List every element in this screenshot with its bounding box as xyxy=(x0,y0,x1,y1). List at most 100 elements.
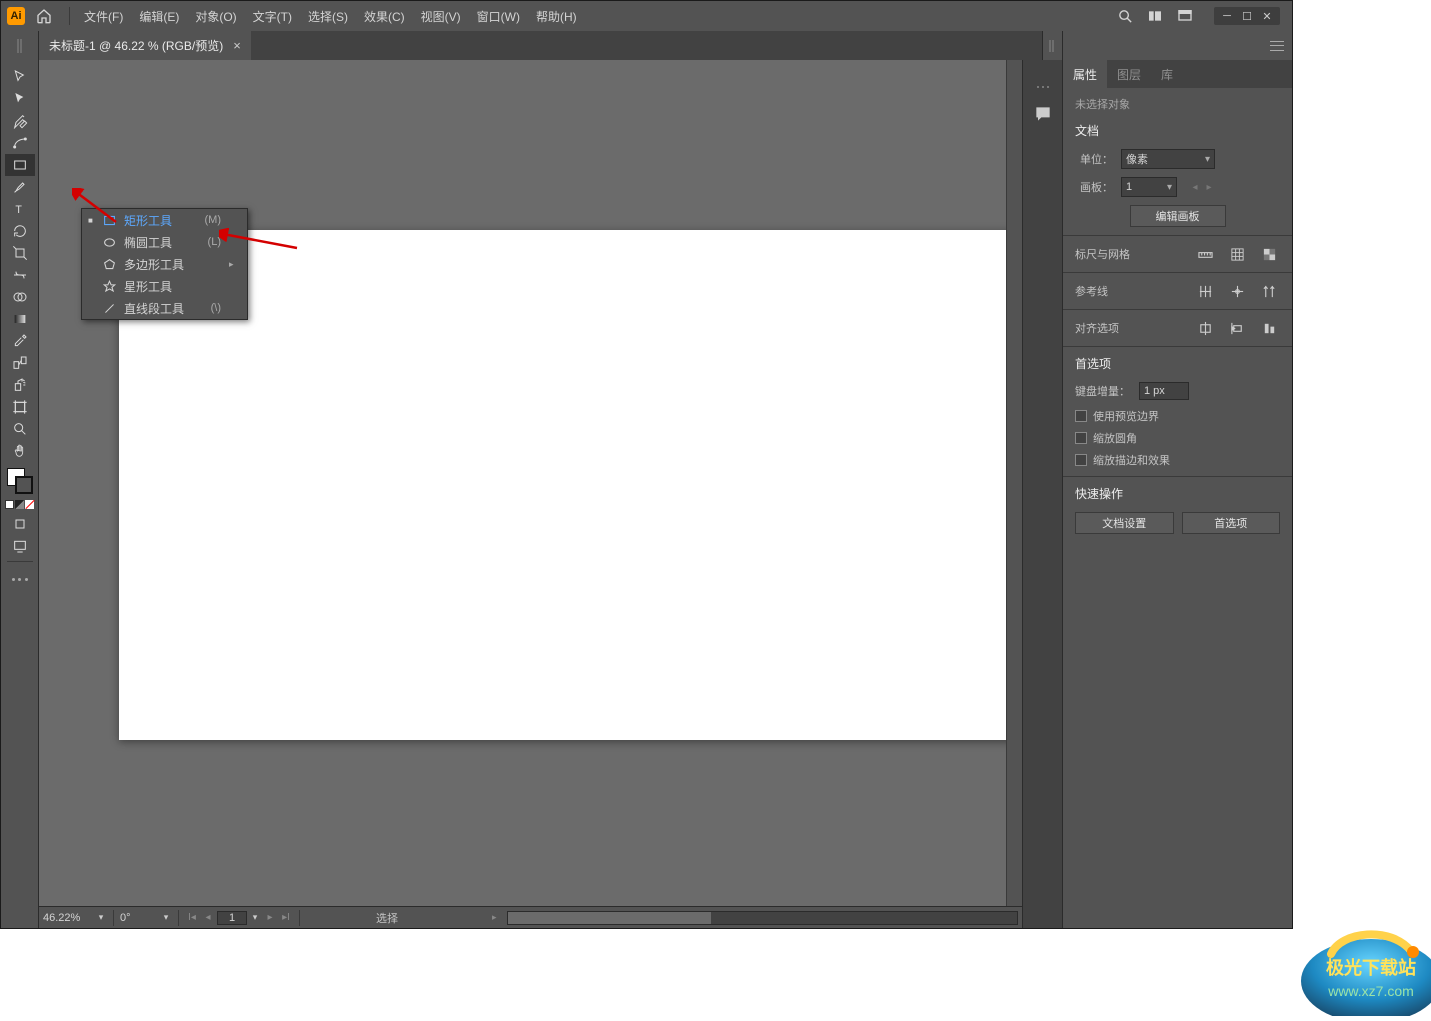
search-icon[interactable] xyxy=(1116,7,1134,25)
symbol-sprayer-tool[interactable] xyxy=(5,374,35,396)
status-caret-icon[interactable]: ▸ xyxy=(492,912,497,923)
divider xyxy=(69,7,70,25)
menu-select[interactable]: 选择(S) xyxy=(300,4,356,29)
edit-artboard-button[interactable]: 编辑画板 xyxy=(1130,205,1226,227)
artboard-index-input[interactable] xyxy=(217,911,247,925)
workspace-icon[interactable] xyxy=(1176,7,1194,25)
color-mode-gradient[interactable] xyxy=(15,500,24,509)
flyout-line-tool[interactable]: 直线段工具 (\) xyxy=(82,297,247,319)
close-button[interactable]: ✕ xyxy=(1258,9,1276,23)
document-tabs: 未标题-1 @ 46.22 % (RGB/预览) × xyxy=(1,31,1292,60)
color-mode-solid[interactable] xyxy=(5,500,14,509)
shape-builder-tool[interactable] xyxy=(5,286,35,308)
draw-mode-normal[interactable] xyxy=(5,513,35,535)
flyout-label: 星形工具 xyxy=(124,278,213,295)
zoom-tool[interactable] xyxy=(5,418,35,440)
direct-selection-tool[interactable] xyxy=(5,88,35,110)
menu-edit[interactable]: 编辑(E) xyxy=(131,4,187,29)
smart-guides-icon[interactable] xyxy=(1258,281,1280,301)
fill-stroke-swatches[interactable] xyxy=(5,466,35,498)
ruler-icon[interactable] xyxy=(1194,244,1216,264)
tab-properties[interactable]: 属性 xyxy=(1063,60,1107,88)
first-artboard-icon[interactable]: I◂ xyxy=(185,911,199,925)
pen-tool[interactable] xyxy=(5,110,35,132)
align-point-icon[interactable] xyxy=(1226,318,1248,338)
curvature-tool[interactable] xyxy=(5,132,35,154)
preferences-button[interactable]: 首选项 xyxy=(1182,512,1281,534)
artboard-tool[interactable] xyxy=(5,396,35,418)
line-icon xyxy=(102,301,116,315)
eyedropper-tool[interactable] xyxy=(5,330,35,352)
minimize-button[interactable]: ─ xyxy=(1218,9,1236,23)
align-glyph-icon[interactable] xyxy=(1258,318,1280,338)
arrange-docs-icon[interactable] xyxy=(1146,7,1164,25)
menu-view[interactable]: 视图(V) xyxy=(413,4,469,29)
rotate-dropdown-icon[interactable]: ▾ xyxy=(160,912,172,924)
rotate-tool[interactable] xyxy=(5,220,35,242)
rectangle-tool[interactable] xyxy=(5,154,35,176)
prev-artboard-button[interactable]: ◂ xyxy=(1189,180,1201,194)
selection-tool[interactable] xyxy=(5,66,35,88)
stroke-swatch[interactable] xyxy=(15,476,33,494)
canvas-viewport[interactable]: ■ 矩形工具 (M) 椭圆工具 (L) xyxy=(39,60,1006,906)
tab-layers[interactable]: 图层 xyxy=(1107,60,1151,88)
hand-tool[interactable] xyxy=(5,440,35,462)
menu-bar: Ai 文件(F) 编辑(E) 对象(O) 文字(T) 选择(S) 效果(C) 视… xyxy=(1,1,1292,31)
close-tab-icon[interactable]: × xyxy=(233,38,241,53)
edit-toolbar-icon[interactable] xyxy=(12,578,28,581)
scale-corners-checkbox[interactable]: 缩放圆角 xyxy=(1075,430,1280,446)
tab-libraries[interactable]: 库 xyxy=(1151,60,1183,88)
align-pixel-icon[interactable] xyxy=(1194,318,1216,338)
next-artboard-icon[interactable]: ▸ xyxy=(263,911,277,925)
scale-tool[interactable] xyxy=(5,242,35,264)
comments-panel-icon[interactable] xyxy=(1030,101,1056,127)
home-icon[interactable] xyxy=(33,5,55,27)
flyout-polygon-tool[interactable]: 多边形工具 ▸ xyxy=(82,253,247,275)
artboard[interactable] xyxy=(119,230,1006,740)
menu-effect[interactable]: 效果(C) xyxy=(356,4,413,29)
panel-menu-icon[interactable] xyxy=(1270,41,1284,51)
grid-icon[interactable] xyxy=(1226,244,1248,264)
width-tool[interactable] xyxy=(5,264,35,286)
menu-type[interactable]: 文字(T) xyxy=(245,4,300,29)
menu-window[interactable]: 窗口(W) xyxy=(469,4,528,29)
document-tab[interactable]: 未标题-1 @ 46.22 % (RGB/预览) × xyxy=(39,31,251,60)
panel-collapse-strip[interactable] xyxy=(1042,31,1062,60)
window-controls: ─ ☐ ✕ xyxy=(1214,7,1280,25)
transparency-grid-icon[interactable] xyxy=(1258,244,1280,264)
toolbar-grip[interactable] xyxy=(1,31,39,60)
next-artboard-button[interactable]: ▸ xyxy=(1203,180,1215,194)
scale-strokes-checkbox[interactable]: 缩放描边和效果 xyxy=(1075,452,1280,468)
last-artboard-icon[interactable]: ▸I xyxy=(279,911,293,925)
preview-bounds-checkbox[interactable]: 使用预览边界 xyxy=(1075,408,1280,424)
type-tool[interactable]: T xyxy=(5,198,35,220)
menu-object[interactable]: 对象(O) xyxy=(187,4,244,29)
vertical-scrollbar[interactable] xyxy=(1006,60,1022,906)
prev-artboard-icon[interactable]: ◂ xyxy=(201,911,215,925)
zoom-input[interactable] xyxy=(43,912,91,924)
snap-to-grid-icon[interactable] xyxy=(1194,281,1216,301)
color-mode-none[interactable] xyxy=(25,500,34,509)
rotate-input[interactable] xyxy=(120,912,156,924)
screen-mode[interactable] xyxy=(5,535,35,557)
zoom-dropdown-icon[interactable]: ▾ xyxy=(95,912,107,924)
artboard-select[interactable]: 1 xyxy=(1121,177,1177,197)
app-logo-icon: Ai xyxy=(7,7,25,25)
menu-help[interactable]: 帮助(H) xyxy=(528,4,585,29)
gradient-tool[interactable] xyxy=(5,308,35,330)
flyout-star-tool[interactable]: 星形工具 xyxy=(82,275,247,297)
artboard-navigation: I◂ ◂ ▾ ▸ ▸I xyxy=(185,911,293,925)
paintbrush-tool[interactable] xyxy=(5,176,35,198)
kb-increment-input[interactable] xyxy=(1139,382,1189,400)
document-setup-button[interactable]: 文档设置 xyxy=(1075,512,1174,534)
horizontal-scrollbar[interactable] xyxy=(507,911,1018,925)
svg-text:www.xz7.com: www.xz7.com xyxy=(1327,983,1414,999)
menu-file[interactable]: 文件(F) xyxy=(76,4,131,29)
blend-tool[interactable] xyxy=(5,352,35,374)
snap-to-point-icon[interactable] xyxy=(1226,281,1248,301)
properties-panel: 属性 图层 库 未选择对象 文档 单位： 像素 画板： 1 ◂ ▸ xyxy=(1062,60,1292,928)
panel-grip-icon[interactable] xyxy=(1037,86,1049,89)
unit-select[interactable]: 像素 xyxy=(1121,149,1215,169)
maximize-button[interactable]: ☐ xyxy=(1238,9,1256,23)
artboard-dropdown-icon[interactable]: ▾ xyxy=(249,912,261,924)
